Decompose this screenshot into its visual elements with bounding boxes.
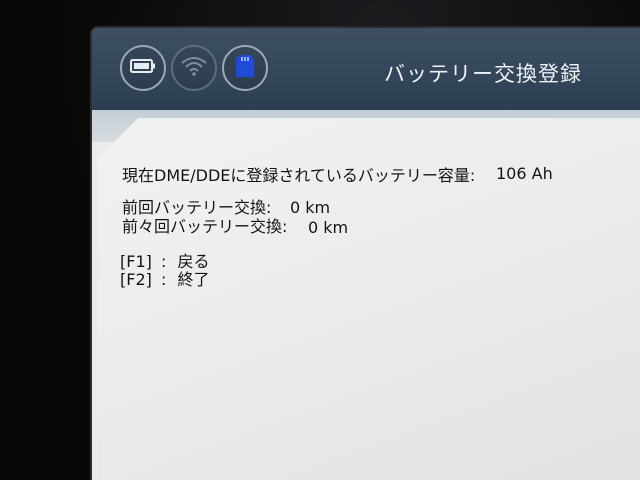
diagnostic-screen: バッテリー交換登録 現在DME/DDEに登録されているバッテリー容量: 106 … [92, 28, 640, 480]
header-bar: バッテリー交換登録 [92, 28, 640, 110]
sd-card-status-button[interactable] [222, 45, 268, 91]
f2-exit-key[interactable]: [F2] : 終了 [120, 266, 209, 290]
battery-status-button[interactable] [120, 45, 166, 91]
sd-card-icon [235, 54, 255, 82]
f2-key-label: [F2] [120, 270, 152, 289]
capacity-value: 106 Ah [496, 164, 553, 183]
previous-replacement-label: 前々回バッテリー交換: [122, 217, 288, 236]
f2-separator: : [160, 270, 167, 289]
page-title: バッテリー交換登録 [384, 62, 582, 86]
last-replacement-value: 0 km [290, 198, 331, 217]
f2-action-label: 終了 [177, 270, 210, 289]
capacity-label: 現在DME/DDEに登録されているバッテリー容量: [122, 166, 476, 185]
previous-replacement-value: 0 km [308, 218, 349, 237]
wifi-icon [180, 55, 208, 81]
wifi-status-button[interactable] [171, 45, 217, 91]
battery-icon [130, 58, 156, 78]
